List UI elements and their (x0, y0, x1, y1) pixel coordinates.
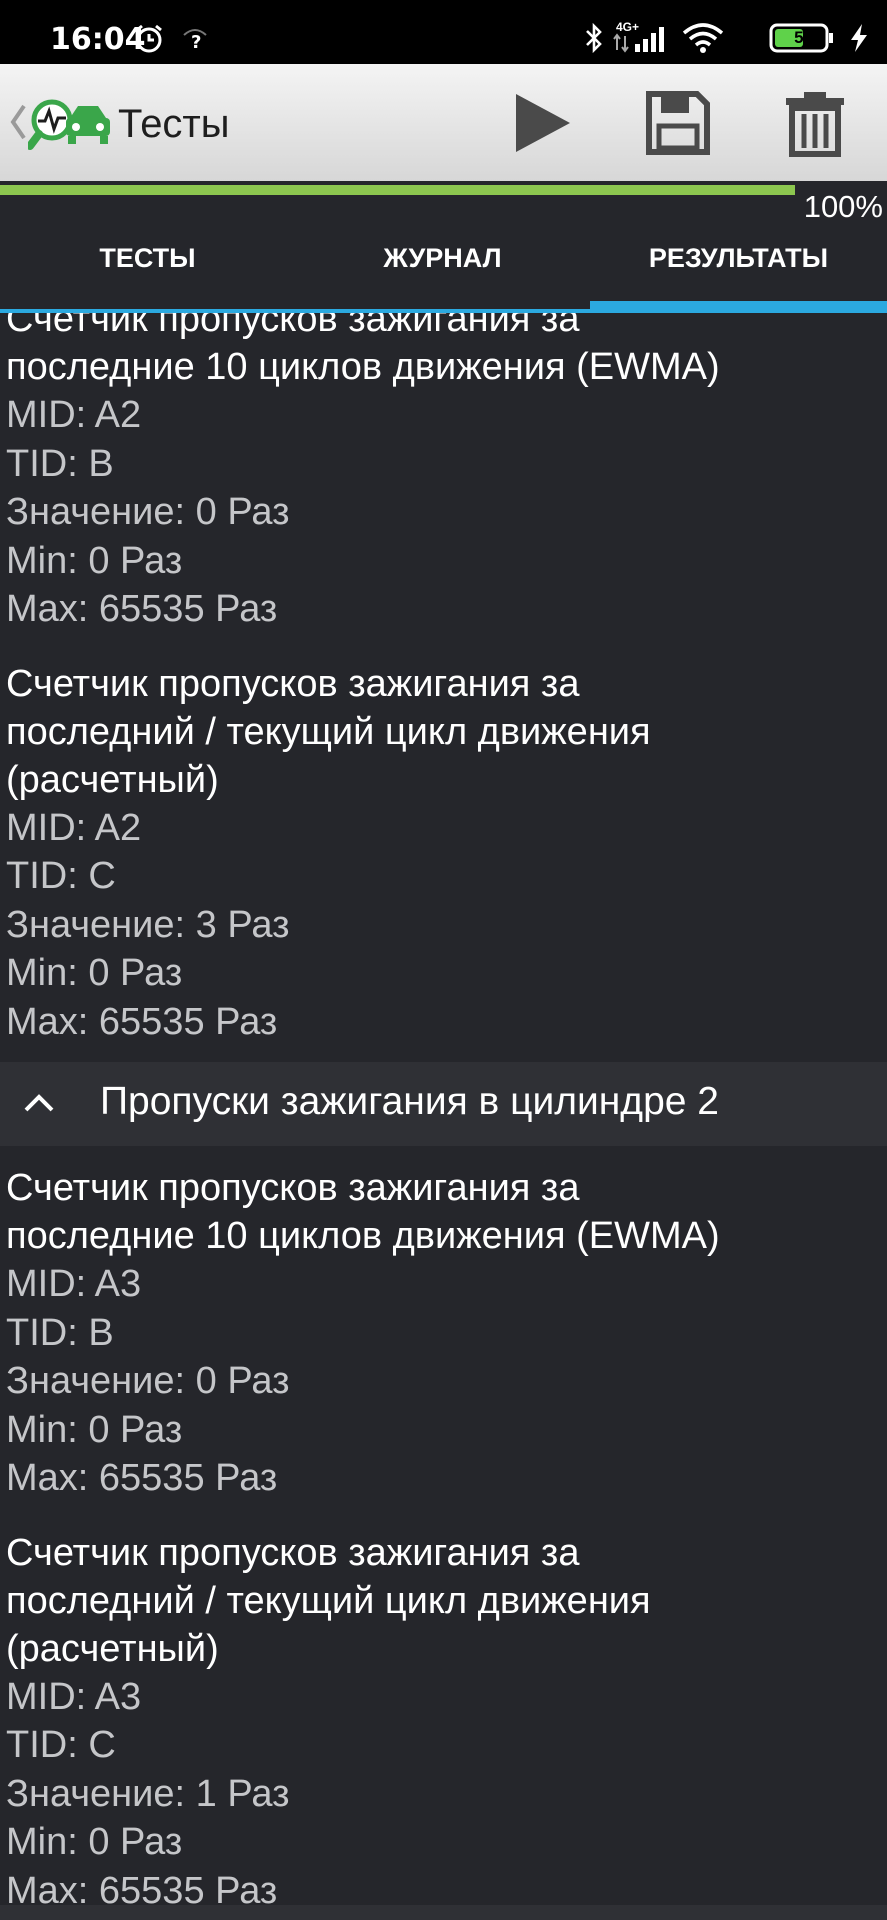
results-list[interactable]: Счетчик пропусков зажигания за последние… (0, 313, 887, 1920)
svg-text:?: ? (191, 32, 201, 52)
car-diagnostic-icon (28, 99, 110, 150)
result-mid: MID: A2 (6, 394, 142, 436)
tab-journal[interactable]: ЖУРНАЛ (295, 221, 590, 313)
tab-bar: ТЕСТЫ ЖУРНАЛ РЕЗУЛЬТАТЫ (0, 221, 887, 313)
save-icon[interactable] (645, 88, 711, 158)
result-tid: TID: C (6, 855, 116, 897)
result-title: Счетчик пропусков зажигания за последний… (6, 660, 881, 804)
trash-icon[interactable] (782, 88, 848, 158)
progress-fill (0, 185, 795, 195)
next-group-header-edge (0, 1905, 887, 1920)
battery-level: 55 (794, 28, 813, 47)
result-title: Счетчик пропусков зажигания за последний… (6, 1529, 881, 1673)
result-item: Счетчик пропусков зажигания за последние… (0, 1164, 887, 1503)
result-max: Max: 65535 Раз (6, 588, 278, 630)
result-min: Min: 0 Раз (6, 539, 183, 582)
result-title-line: (расчетный) (6, 1627, 219, 1670)
result-min: Min: 0 Раз (6, 1821, 183, 1863)
result-title-line: Счетчик пропусков зажигания за (6, 313, 580, 340)
tab-results[interactable]: РЕЗУЛЬТАТЫ (590, 221, 887, 313)
play-icon[interactable] (510, 88, 576, 158)
result-item: Счетчик пропусков зажигания за последний… (0, 660, 887, 1047)
group-title: Пропуски зажигания в цилиндре 2 (100, 1080, 719, 1123)
result-mid: MID: A2 (6, 806, 142, 849)
bluetooth-icon (586, 22, 602, 54)
app-bar: Тесты (0, 64, 887, 181)
question-wifi-icon: ? (182, 26, 208, 57)
group-header-cylinder-2[interactable]: Пропуски зажигания в цилиндре 2 (0, 1062, 887, 1146)
result-max: Max: 65535 Раз (6, 1000, 278, 1043)
result-mid: MID: A3 (6, 1263, 142, 1305)
result-title-line: последний / текущий цикл движения (6, 710, 651, 753)
back-chevron-icon[interactable] (8, 102, 28, 142)
result-title-line: Счетчик пропусков зажигания за (6, 662, 580, 705)
charging-icon (851, 24, 867, 52)
result-value: Значение: 0 Раз (6, 1360, 290, 1402)
tab-tests[interactable]: ТЕСТЫ (0, 221, 295, 313)
result-value: Значение: 1 Раз (6, 1772, 290, 1815)
result-max: Max: 65535 Раз (6, 1457, 278, 1499)
result-tid: TID: B (6, 1311, 114, 1354)
result-min: Min: 0 Раз (6, 1408, 183, 1451)
progress-area: 100% (0, 181, 887, 224)
progress-bar (0, 185, 795, 195)
result-title-line: последние 10 циклов движения (EWMA) (6, 346, 720, 388)
result-title: Счетчик пропусков зажигания за последние… (6, 313, 881, 391)
result-mid: MID: A3 (6, 1675, 142, 1718)
status-time: 16:04 (50, 22, 146, 57)
result-tid: TID: B (6, 442, 114, 485)
result-title: Счетчик пропусков зажигания за последние… (6, 1164, 881, 1260)
result-title-line: (расчетный) (6, 758, 219, 801)
result-title-line: последний / текущий цикл движения (6, 1579, 651, 1622)
result-item: Счетчик пропусков зажигания за последний… (0, 1529, 887, 1916)
result-title-line: Счетчик пропусков зажигания за (6, 1167, 580, 1209)
result-tid: TID: C (6, 1724, 116, 1766)
progress-percent: 100% (803, 189, 883, 224)
result-title-line: Счетчик пропусков зажигания за (6, 1531, 580, 1574)
page-title: Тесты (118, 102, 230, 146)
result-min: Min: 0 Раз (6, 952, 183, 994)
signal-icon (613, 27, 664, 53)
chevron-up-icon (24, 1094, 54, 1112)
alarm-clock-icon (134, 24, 164, 59)
result-value: Значение: 0 Раз (6, 491, 290, 533)
result-title-line: последние 10 циклов движения (EWMA) (6, 1215, 720, 1257)
tab-selected-indicator (590, 301, 887, 313)
result-value: Значение: 3 Раз (6, 903, 290, 946)
result-item: Счетчик пропусков зажигания за последние… (0, 313, 887, 634)
status-bar: 16:04 ? 4G+ 55 (0, 0, 887, 64)
wifi-icon (682, 23, 724, 53)
